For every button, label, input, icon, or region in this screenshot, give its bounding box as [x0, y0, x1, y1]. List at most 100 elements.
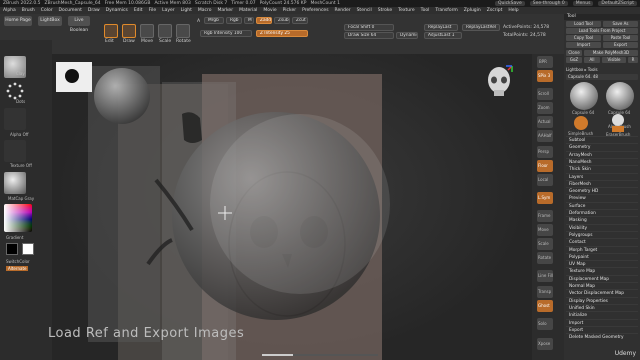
- r-button[interactable]: R: [628, 57, 638, 63]
- move-view-button[interactable]: Move: [537, 224, 553, 236]
- live-boolean-button[interactable]: Live Boolean: [68, 16, 90, 33]
- menu-transform[interactable]: Transform: [435, 8, 457, 13]
- main-color-swatch[interactable]: [22, 243, 34, 255]
- replay-last-rel-button[interactable]: ReplayLastRel: [462, 24, 500, 31]
- visible-button[interactable]: Visible: [602, 57, 626, 63]
- rotate-view-button[interactable]: Rotate: [537, 252, 553, 264]
- tool-menu-uv-map[interactable]: UV Map: [566, 260, 638, 267]
- tool-menu-import[interactable]: Import: [566, 318, 638, 326]
- menu-marker[interactable]: Marker: [218, 8, 234, 13]
- menu-picker[interactable]: Picker: [283, 8, 296, 13]
- load-tool-button[interactable]: Load Tool: [566, 21, 601, 27]
- persp-button[interactable]: Persp: [537, 146, 553, 158]
- scroll-button[interactable]: Scroll: [537, 88, 553, 100]
- tool-menu-initialize[interactable]: Initialize: [566, 311, 638, 318]
- frame-button[interactable]: Frame: [537, 210, 553, 222]
- menu-edit[interactable]: Edit: [134, 8, 143, 13]
- zsub-button[interactable]: Zsub: [274, 17, 290, 24]
- edit-mode-button[interactable]: [104, 24, 118, 38]
- actual-button[interactable]: Actual: [537, 116, 553, 128]
- menu-file[interactable]: File: [149, 8, 157, 13]
- menu-document[interactable]: Document: [59, 8, 82, 13]
- all-button[interactable]: All: [584, 57, 600, 63]
- default-zscript-button[interactable]: DefaultZScript: [598, 1, 637, 6]
- zadd-button[interactable]: Zadd: [256, 17, 272, 24]
- mrgb-button[interactable]: Mrgb: [204, 17, 224, 24]
- solo-button[interactable]: Solo: [537, 318, 553, 330]
- tool-menu-subtool[interactable]: Subtool: [566, 136, 638, 143]
- tool-panel-title[interactable]: Tool: [564, 14, 640, 20]
- tool-menu-delete-masked-geometry[interactable]: Delete Masked Geometry: [566, 333, 638, 340]
- tool-menu-vector-displacement-map[interactable]: Vector Displacement Map: [566, 289, 638, 296]
- quicksave-button[interactable]: QuickSave: [494, 1, 525, 6]
- color-picker[interactable]: [4, 204, 32, 232]
- alternate-button[interactable]: Alternate: [6, 266, 29, 271]
- copy-tool-button[interactable]: Copy Tool: [566, 35, 601, 41]
- line-fill-button[interactable]: Line Fill: [537, 270, 553, 282]
- capsule-thumbnail-2[interactable]: [606, 82, 634, 110]
- menu-zscript[interactable]: Zscript: [487, 8, 503, 13]
- menu-texture[interactable]: Texture: [398, 8, 414, 13]
- menu-render[interactable]: Render: [335, 8, 351, 13]
- secondary-color-swatch[interactable]: [6, 243, 18, 255]
- rgb-intensity-slider[interactable]: Rgb Intensity 100: [200, 30, 252, 37]
- tool-menu-geometry-hd[interactable]: Geometry HD: [566, 187, 638, 194]
- tool-menu-preview[interactable]: Preview: [566, 194, 638, 201]
- capsule-thumbnail-1[interactable]: [570, 82, 598, 110]
- tool-menu-fibermesh[interactable]: FiberMesh: [566, 179, 638, 187]
- move-mode-button[interactable]: [140, 24, 154, 38]
- scale-view-button[interactable]: Scale: [537, 238, 553, 250]
- menu-stroke[interactable]: Stroke: [378, 8, 392, 13]
- export-tool-button[interactable]: Export: [603, 42, 638, 48]
- menu-material[interactable]: Material: [239, 8, 257, 13]
- tool-menu-polygroups[interactable]: Polygroups: [566, 230, 638, 238]
- z-intensity-slider[interactable]: Z Intensity 25: [256, 30, 308, 37]
- viewport-canvas[interactable]: [52, 54, 532, 360]
- lsym-button[interactable]: L.Sym: [537, 192, 553, 204]
- tool-menu-export[interactable]: Export: [566, 325, 638, 333]
- tool-menu-unified-skin[interactable]: Unified Skin: [566, 303, 638, 311]
- adjust-last-slider[interactable]: AdjustLast 1: [424, 32, 462, 39]
- tool-menu-morph-target[interactable]: Morph Target: [566, 245, 638, 253]
- tool-menu-visibility[interactable]: Visibility: [566, 223, 638, 231]
- tool-menu-arraymesh[interactable]: ArrayMesh: [566, 150, 638, 158]
- menu-dynamics[interactable]: Dynamics: [106, 8, 128, 13]
- spix-button[interactable]: SPix 3: [537, 70, 553, 82]
- tool-menu-deformation[interactable]: Deformation: [566, 209, 638, 216]
- rgb-button[interactable]: Rgb: [226, 17, 242, 24]
- tool-menu-displacement-map[interactable]: Displacement Map: [566, 274, 638, 282]
- menu-help[interactable]: Help: [508, 8, 518, 13]
- alpha-button[interactable]: [4, 108, 26, 130]
- draw-size-slider[interactable]: Draw Size 64: [344, 32, 394, 39]
- local-button[interactable]: Local: [537, 174, 553, 186]
- draw-mode-button[interactable]: [122, 24, 136, 38]
- scale-mode-button[interactable]: [158, 24, 172, 38]
- load-tools-from-project-button[interactable]: Load Tools From Project: [566, 28, 638, 34]
- focal-shift-slider[interactable]: Focal Shift 0: [344, 24, 394, 31]
- tool-menu-nanomesh[interactable]: NanoMesh: [566, 157, 638, 165]
- capsule-slider[interactable]: Capsule 64. 48: [566, 74, 638, 80]
- tool-menu-thick-skin[interactable]: Thick Skin: [566, 165, 638, 172]
- tool-menu-layers[interactable]: Layers: [566, 172, 638, 180]
- lightbox-button[interactable]: LightBox: [38, 16, 62, 26]
- menu-light[interactable]: Light: [181, 8, 192, 13]
- zoom-button[interactable]: Zoom: [537, 102, 553, 114]
- tool-menu-display-properties[interactable]: Display Properties: [566, 296, 638, 304]
- transp-button[interactable]: Transp: [537, 286, 553, 298]
- menu-draw[interactable]: Draw: [88, 8, 100, 13]
- menu-zplugin[interactable]: Zplugin: [464, 8, 481, 13]
- switch-color-label[interactable]: SwitchColor: [6, 259, 30, 264]
- home-page-button[interactable]: Home Page: [4, 16, 32, 26]
- floor-button[interactable]: Floor: [537, 160, 553, 172]
- menu-preferences[interactable]: Preferences: [302, 8, 328, 13]
- lightbox-tools-button[interactable]: Lightbox ▸ Tools: [566, 67, 606, 73]
- replay-last-button[interactable]: ReplayLast: [424, 24, 458, 31]
- tool-menu-normal-map[interactable]: Normal Map: [566, 282, 638, 289]
- navigation-gizmo-icon[interactable]: [484, 64, 514, 100]
- tool-menu-contact[interactable]: Contact: [566, 238, 638, 245]
- menu-layer[interactable]: Layer: [162, 8, 175, 13]
- menu-movie[interactable]: Movie: [263, 8, 276, 13]
- ghost-button[interactable]: Ghost: [537, 300, 553, 312]
- menu-macro[interactable]: Macro: [198, 8, 212, 13]
- xpose-button[interactable]: Xpose: [537, 338, 553, 350]
